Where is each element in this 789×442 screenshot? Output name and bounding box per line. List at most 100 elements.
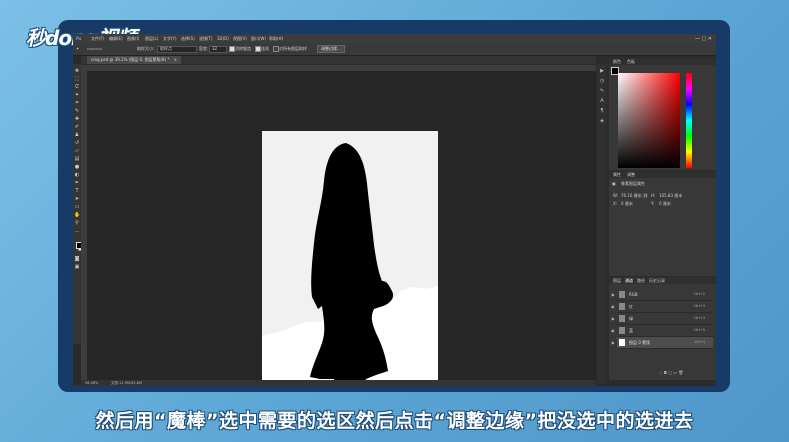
close-icon[interactable]: × <box>174 57 177 62</box>
type-tool-icon[interactable]: T <box>74 188 80 194</box>
properties-panel-tabs: 属性 调整 <box>609 171 716 178</box>
eraser-tool-icon[interactable]: ▱ <box>74 148 80 154</box>
gradient-tool-icon[interactable]: ▤ <box>74 156 80 162</box>
eye-icon[interactable]: ◉ <box>611 328 615 333</box>
menu-file[interactable]: 文件(F) <box>91 36 104 42</box>
channel-name: RGB <box>629 292 638 297</box>
history-brush-icon[interactable]: ↺ <box>74 140 80 146</box>
tab-layers[interactable]: 图层 <box>613 278 621 284</box>
brush-tool-icon[interactable]: ✐ <box>74 124 80 130</box>
healing-tool-icon[interactable]: ✚ <box>74 116 80 122</box>
play-icon[interactable]: ▶ <box>599 68 605 74</box>
lasso-tool-icon[interactable]: ᕦ <box>74 84 80 90</box>
tab-properties[interactable]: 属性 <box>613 172 621 178</box>
quick-mask-icon[interactable]: ◙ <box>74 256 80 262</box>
channel-row[interactable]: ◉ RGB Ctrl+2 <box>611 289 713 301</box>
zoom-level[interactable]: 36.06% <box>85 381 98 385</box>
prop-x-value[interactable]: 0 厘米 <box>621 201 633 207</box>
document-canvas[interactable] <box>262 131 438 386</box>
sample-size-label: 取样大小: <box>137 46 155 51</box>
marquee-tool-icon[interactable]: ⬚ <box>74 76 80 82</box>
menu-filter[interactable]: 滤镜(T) <box>199 36 213 42</box>
magic-wand-icon[interactable]: ✦ <box>76 46 79 51</box>
menu-type[interactable]: 文字(Y) <box>163 36 177 42</box>
menu-bar: Ps 文件(F) 编辑(E) 图像(I) 图层(L) 文字(Y) 选择(S) 滤… <box>73 34 716 43</box>
properties-title: 像素图层属性 <box>621 181 645 186</box>
prop-h-value[interactable]: 105.83 厘米 <box>659 193 682 199</box>
tab-color[interactable]: 颜色 <box>613 59 621 65</box>
document-tab-title: ning.psd @ 39.1% (图层 0, 图层蒙版/8) * <box>91 57 170 62</box>
status-bar: 36.06% 文档:11.9M/45.8M <box>81 380 596 386</box>
menu-select[interactable]: 选择(S) <box>181 36 195 42</box>
channel-row[interactable]: ◉ 蓝 Ctrl+5 <box>611 325 713 337</box>
layer-properties-icon: ▣ <box>612 181 616 186</box>
sample-all-layers-label: 对所有图层取样 <box>279 46 307 51</box>
menu-help[interactable]: 帮助(H) <box>269 36 283 42</box>
eye-icon[interactable]: ◉ <box>611 340 615 345</box>
color-swatches-icon[interactable] <box>74 242 85 252</box>
move-tool-icon[interactable]: ✥ <box>74 68 80 74</box>
path-select-icon[interactable]: ➤ <box>74 196 80 202</box>
zoom-tool-icon[interactable]: ⚲ <box>74 220 80 226</box>
hand-tool-icon[interactable]: ✋ <box>74 212 80 218</box>
tab-swatches[interactable]: 色板 <box>627 59 635 65</box>
channel-footer-icons[interactable]: ◌ ◘ ▢ ▭ 🗑 <box>659 370 683 375</box>
channel-row[interactable]: ◉ 红 Ctrl+3 <box>611 301 713 313</box>
channel-row-selected[interactable]: ◉ 图层 0 蒙版 Ctrl+\ <box>611 337 713 349</box>
document-tab-bar: ning.psd @ 39.1% (图层 0, 图层蒙版/8) * × <box>81 56 596 64</box>
document-tab[interactable]: ning.psd @ 39.1% (图层 0, 图层蒙版/8) * × <box>87 56 181 64</box>
dodge-tool-icon[interactable]: ◐ <box>74 172 80 178</box>
menu-edit[interactable]: 编辑(E) <box>109 36 123 42</box>
hue-slider[interactable] <box>686 73 692 168</box>
brush-settings-icon[interactable]: ✎ <box>599 88 605 94</box>
channel-shortcut: Ctrl+\ <box>694 340 705 344</box>
channel-name: 绿 <box>629 316 633 321</box>
prop-w-value[interactable]: 76.16 厘米 <box>621 193 642 199</box>
window-controls[interactable]: — ▢ ✕ <box>695 36 712 42</box>
channel-row[interactable]: ◉ 绿 Ctrl+4 <box>611 313 713 325</box>
contiguous-label: 连续 <box>261 46 269 51</box>
selection-mode-icons[interactable]: ▭▭▭▭ <box>87 46 102 51</box>
document-info[interactable]: 文档:11.9M/45.8M <box>111 381 142 386</box>
3d-icon[interactable]: ◈ <box>599 118 605 124</box>
prop-y-value[interactable]: 0 厘米 <box>659 201 671 207</box>
properties-panel: 属性 调整 ▣ 像素图层属性 W: 76.16 厘米 ⛓ H: 105.83 厘… <box>609 171 716 276</box>
link-icon[interactable]: ⛓ <box>643 193 648 198</box>
eye-icon[interactable]: ◉ <box>611 292 615 297</box>
magic-wand-tool-icon[interactable]: ✦ <box>74 92 80 98</box>
crop-tool-icon[interactable]: ⌗ <box>74 100 80 106</box>
menu-view[interactable]: 视图(V) <box>233 36 247 42</box>
tab-history[interactable]: 历史记录 <box>649 278 665 284</box>
pen-tool-icon[interactable]: ✒ <box>74 180 80 186</box>
sample-size-value: 取样点 <box>160 46 172 51</box>
shape-tool-icon[interactable]: ▭ <box>74 204 80 210</box>
tab-adjustments[interactable]: 调整 <box>627 172 635 178</box>
channels-panel: 图层 通道 路径 历史记录 ◉ RGB Ctrl+2 ◉ 红 Ctrl+3 ◉ … <box>609 277 716 380</box>
character-icon[interactable]: A <box>599 98 605 104</box>
tab-paths[interactable]: 路径 <box>637 278 645 284</box>
canvas-area[interactable] <box>87 71 596 386</box>
menu-window[interactable]: 窗口(W) <box>251 36 266 42</box>
blur-tool-icon[interactable]: ● <box>74 164 80 170</box>
channel-thumbnail <box>619 327 625 334</box>
refine-edge-button[interactable]: 调整边缘... <box>317 45 345 53</box>
eye-icon[interactable]: ◉ <box>611 304 615 309</box>
color-panel-tabs: 颜色 色板 <box>609 58 716 65</box>
stamp-tool-icon[interactable]: ♟ <box>74 132 80 138</box>
menu-3d[interactable]: 3D(D) <box>217 36 229 41</box>
more-tools-icon[interactable]: … <box>74 228 80 234</box>
menu-image[interactable]: 图像(I) <box>127 36 139 42</box>
history-icon[interactable]: ◷ <box>599 78 605 84</box>
channel-shortcut: Ctrl+4 <box>693 316 705 320</box>
channel-name: 图层 0 蒙版 <box>629 340 651 345</box>
color-field[interactable] <box>618 73 680 168</box>
options-bar: ✦ ▭▭▭▭ 取样大小: 取样点 容差: 32 消除锯齿 连续 对所有图层取样 … <box>73 43 716 56</box>
channel-name: 红 <box>629 304 633 309</box>
menu-layer[interactable]: 图层(L) <box>145 36 158 42</box>
screen-mode-icon[interactable]: ▣ <box>74 264 80 270</box>
prop-x-label: X: <box>613 201 618 206</box>
tab-channels[interactable]: 通道 <box>625 278 633 284</box>
eyedropper-tool-icon[interactable]: ✎ <box>74 108 80 114</box>
eye-icon[interactable]: ◉ <box>611 316 615 321</box>
paragraph-icon[interactable]: ¶ <box>599 108 605 114</box>
